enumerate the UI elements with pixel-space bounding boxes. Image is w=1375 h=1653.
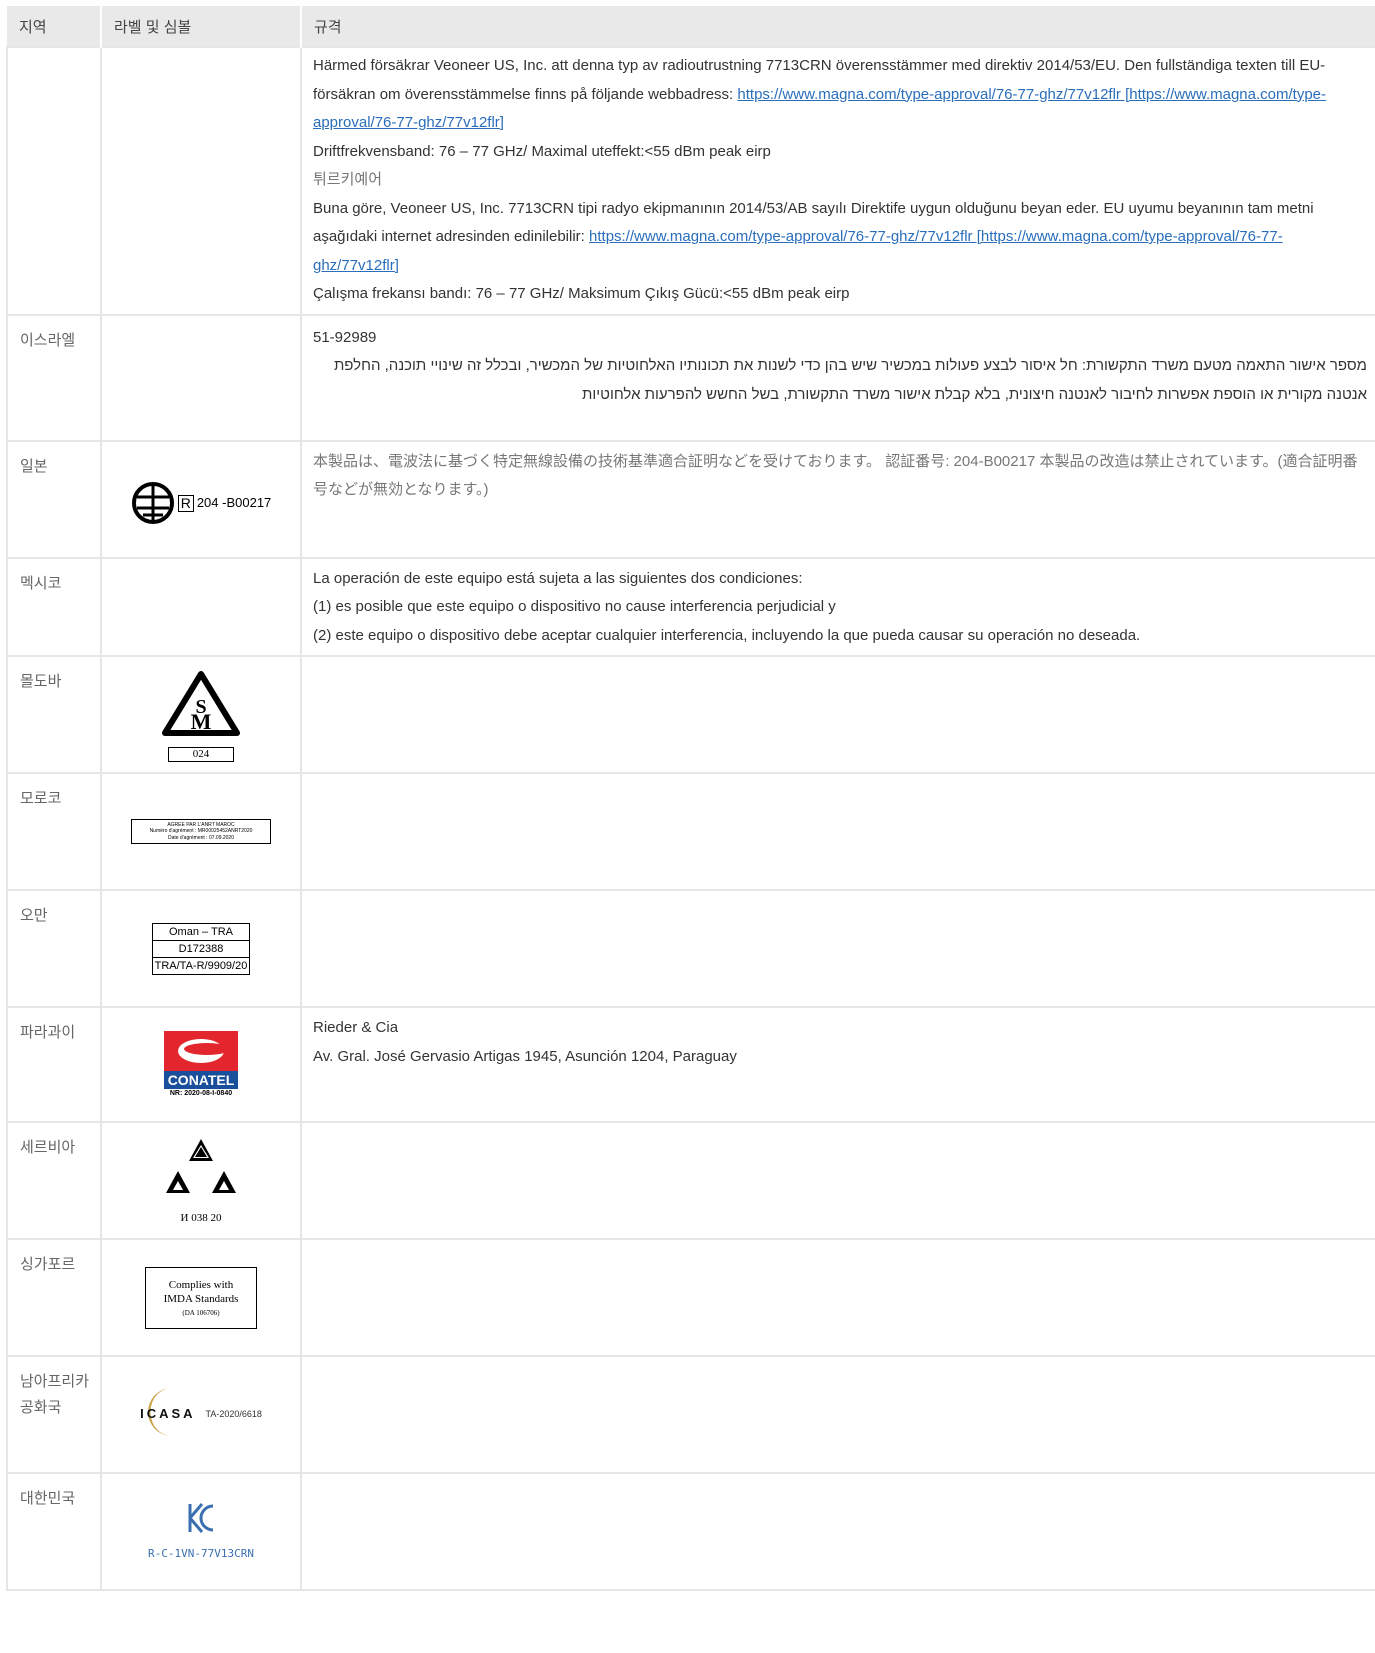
region-japan: 일본 (6, 439, 102, 559)
spec-cell: Rieder & Cia Av. Gral. José Gervasio Art… (300, 1006, 1375, 1123)
label-cell: И 038 20 (100, 1121, 302, 1240)
label-cell: S M 024 (100, 655, 302, 774)
imda-label-line-2: IMDA Standards (163, 1292, 239, 1305)
serbian-triangle-mark-icon (166, 1139, 236, 1194)
table-header-row: 지역 라벨 및 심볼 규격 (7, 6, 1375, 47)
conatel-number: NR: 2020-08-I-0840 (169, 1090, 233, 1097)
header-label: 라벨 및 심볼 (101, 6, 302, 47)
table-row: 오만 Oman – TRA D172388 TRA/TA-R/9909/20 (6, 889, 1375, 1008)
table-row: 이스라엘 51-92989 מספר אישור התאמה מטעם משרד… (6, 313, 1375, 442)
conatel-emblem-icon (164, 1031, 238, 1071)
icasa-brand: ICASA (140, 1406, 196, 1422)
spec-cell (300, 1238, 1375, 1357)
icasa-logo: ICASA (140, 1388, 196, 1437)
spec-cell (300, 1355, 1375, 1474)
label-cell: Complies with IMDA Standards (DA 106706) (100, 1238, 302, 1357)
label-cell (100, 313, 302, 442)
label-cell: R-C-1VN-77V13CRN (100, 1472, 302, 1591)
spec-cell: La operación de este equipo está sujeta … (300, 556, 1375, 657)
region-south-africa: 남아프리카 공화국 (6, 1355, 102, 1474)
turkey-declaration: Buna göre, Veoneer US, Inc. 7713CRN tipi… (313, 199, 1314, 274)
region-paraguay: 파라과이 (6, 1006, 102, 1123)
mexico-line-2: (1) es posible que este equipo o disposi… (313, 598, 836, 615)
table-row: 몰도바 S M 024 (6, 655, 1375, 774)
region-moldova: 몰도바 (6, 655, 102, 774)
table-row: 남아프리카 공화국 ICASA TA-2020/6618 (6, 1355, 1375, 1474)
label-cell (100, 46, 302, 316)
header-region: 지역 (7, 6, 102, 47)
table-row: 멕시코 La operación de este equipo está suj… (6, 556, 1375, 657)
paraguay-company: Rieder & Cia (313, 1019, 399, 1036)
icasa-code: TA-2020/6618 (205, 1409, 262, 1420)
imda-label-line-1: Complies with (168, 1278, 234, 1291)
japan-giteki-label: R 204 -B00217 (106, 481, 296, 525)
table-row: 싱가포르 Complies with IMDA Standards (DA 10… (6, 1238, 1375, 1357)
spec-cell (300, 772, 1375, 891)
table-row: 세르비아 И 038 20 (6, 1121, 1375, 1240)
serbia-label: И 038 20 (161, 1137, 241, 1224)
svg-text:M: M (191, 709, 212, 734)
oman-label-number: D172388 (153, 941, 249, 958)
region-israel: 이스라엘 (6, 313, 102, 442)
region-korea: 대한민국 (6, 1472, 102, 1591)
region-singapore: 싱가포르 (6, 1238, 102, 1357)
spec-cell (300, 1472, 1375, 1591)
imda-label: Complies with IMDA Standards (DA 106706) (145, 1266, 257, 1329)
conatel-brand: CONATEL (164, 1071, 238, 1089)
moldova-sm-label: S M 024 (161, 670, 241, 763)
label-cell: AGREE PAR L'ANRT MAROC Numéro d'agrément… (100, 772, 302, 891)
sm-conformity-mark-icon: S M (162, 670, 240, 736)
sweden-frequency: Driftfrekvensband: 76 – 77 GHz/ Maximal … (313, 142, 771, 160)
moldova-label-code: 024 (168, 747, 234, 763)
region-serbia: 세르비아 (6, 1121, 102, 1240)
label-cell: R 204 -B00217 (100, 439, 302, 559)
conatel-logo: CONATEL NR: 2020-08-I-0840 (164, 1031, 238, 1098)
sweden-declaration: Härmed försäkrar Veoneer US, Inc. att de… (313, 57, 1326, 131)
spec-cell (300, 655, 1375, 774)
giteki-mark-icon (131, 482, 174, 524)
spec-cell (300, 889, 1375, 1008)
israel-text: מספר אישור התאמה מטעם משרד התקשורת: חל א… (333, 357, 1367, 403)
table-row: 일본 R 204 -B00217 本製品は、電波法に基づく特定無線設備の技術基準… (6, 439, 1375, 559)
turkey-frequency: Çalışma frekansı bandı: 76 – 77 GHz/ Mak… (313, 285, 850, 302)
morocco-anrt-label: AGREE PAR L'ANRT MAROC Numéro d'agrément… (131, 818, 271, 845)
oman-label-title: Oman – TRA (153, 924, 249, 941)
region-morocco: 모로코 (6, 772, 102, 891)
kc-code: R-C-1VN-77V13CRN (148, 1546, 254, 1560)
label-cell (100, 556, 302, 657)
japan-label-code: 204 -B00217 (196, 494, 272, 510)
morocco-label-number: Numéro d'agrément : MR00025452ANRT2020 (149, 828, 253, 835)
regulatory-table: 지역 라벨 및 심볼 규격 Härmed försäkrar Veoneer U… (6, 6, 1375, 1591)
paraguay-address: Av. Gral. José Gervasio Artigas 1945, As… (313, 1047, 737, 1065)
kc-label: R-C-1VN-77V13CRN (106, 1501, 296, 1562)
morocco-label-date: Date d'agrément : 07.09.2020 (167, 834, 234, 841)
mexico-line-3: (2) este equipo o dispositivo debe acept… (313, 626, 1141, 644)
label-cell: ICASA TA-2020/6618 (100, 1355, 302, 1474)
region-oman: 오만 (6, 889, 102, 1008)
serbia-label-code: И 038 20 (180, 1211, 222, 1224)
table-row: 모로코 AGREE PAR L'ANRT MAROC Numéro d'agré… (6, 772, 1375, 891)
table-row: Härmed försäkrar Veoneer US, Inc. att de… (6, 46, 1375, 316)
label-cell: Oman – TRA D172388 TRA/TA-R/9909/20 (100, 889, 302, 1008)
spec-cell: 本製品は、電波法に基づく特定無線設備の技術基準適合証明などを受けております。 認… (300, 439, 1375, 559)
oman-label-type: TRA/TA-R/9909/20 (154, 959, 248, 972)
table-row: 대한민국 R-C-1VN-77V13CRN (6, 1472, 1375, 1591)
table-row: 파라과이 CONATEL NR: 2020-08-I-0840 Rieder &… (6, 1006, 1375, 1123)
imda-label-line-3: (DA 106706) (182, 1308, 220, 1317)
spec-cell: Härmed försäkrar Veoneer US, Inc. att de… (300, 46, 1375, 316)
israel-approval-number: 51-92989 (313, 328, 377, 346)
oman-tra-label: Oman – TRA D172388 TRA/TA-R/9909/20 (152, 922, 250, 975)
japan-text: 本製品は、電波法に基づく特定無線設備の技術基準適合証明などを受けております。 認… (313, 452, 1358, 499)
spec-cell: 51-92989 מספר אישור התאמה מטעם משרד התקש… (300, 313, 1375, 442)
icasa-label: ICASA TA-2020/6618 (106, 1388, 296, 1437)
r-mark-icon: R (177, 494, 194, 512)
turkey-title: 튀르키예어 (313, 171, 383, 188)
mexico-line-1: La operación de este equipo está sujeta … (313, 569, 803, 587)
header-spec: 규격 (301, 6, 1375, 47)
spec-cell (300, 1121, 1375, 1240)
region-cell (6, 46, 102, 316)
region-mexico: 멕시코 (6, 556, 102, 657)
label-cell: CONATEL NR: 2020-08-I-0840 (100, 1006, 302, 1123)
kc-mark-icon (188, 1503, 214, 1534)
